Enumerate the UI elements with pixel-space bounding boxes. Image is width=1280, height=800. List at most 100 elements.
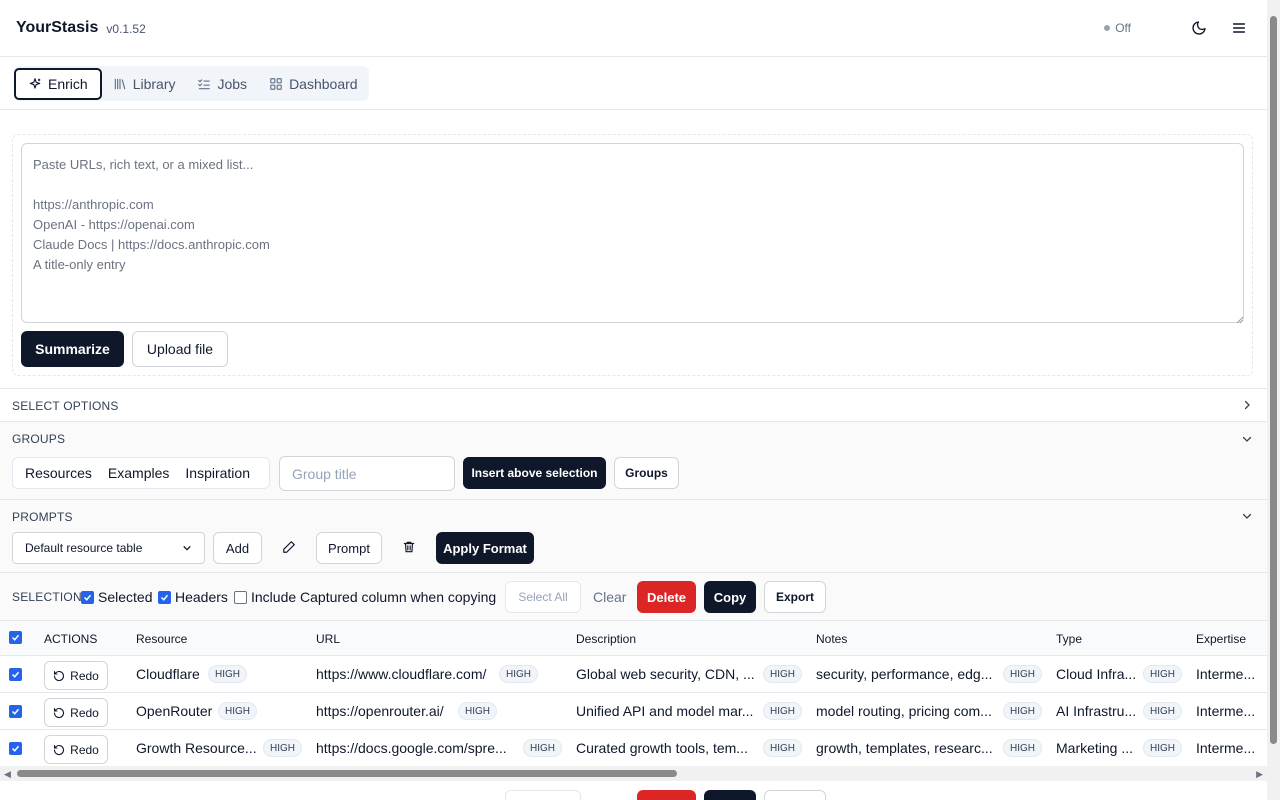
column-header-expertise[interactable]: Expertise [1196, 632, 1246, 646]
cell-url[interactable]: https://docs.google.com/spre... [316, 740, 516, 756]
checkbox[interactable] [234, 590, 247, 604]
confidence-badge: HIGH [458, 702, 497, 720]
resize-handle[interactable] [1236, 312, 1244, 327]
row-checkbox[interactable] [9, 668, 22, 681]
row-checkbox[interactable] [9, 742, 22, 755]
cell-resource: Cloudflare [136, 666, 200, 682]
column-header-actions: ACTIONS [44, 632, 98, 646]
column-header-notes[interactable]: Notes [816, 632, 847, 646]
horizontal-scrollbar[interactable]: ◀ ▶ [0, 766, 1267, 781]
select-all-button[interactable]: Select All [505, 581, 581, 613]
prompt-button[interactable]: Prompt [316, 532, 382, 564]
headers-checkbox[interactable]: Headers [158, 589, 228, 605]
delete-prompt-button[interactable] [402, 540, 416, 557]
selection-section: SELECTION Selected Headers Include Captu… [0, 572, 1267, 620]
checkbox[interactable] [158, 590, 171, 604]
tab-library[interactable]: Library [102, 67, 187, 100]
groups-button[interactable]: Groups [614, 457, 679, 489]
select-options-section[interactable]: SELECT OPTIONS [0, 388, 1267, 421]
checkbox[interactable] [81, 590, 94, 604]
confidence-badge: HIGH [1143, 702, 1182, 720]
table-row[interactable]: Redo Cloudflare HIGH https://www.cloudfl… [0, 656, 1267, 693]
redo-label: Redo [70, 742, 99, 757]
cell-expertise: Interme... [1196, 666, 1256, 682]
insert-above-selection-button[interactable]: Insert above selection [463, 457, 606, 489]
confidence-badge: HIGH [523, 739, 562, 757]
vertical-scrollbar[interactable] [1267, 0, 1280, 800]
upload-file-button[interactable]: Upload file [132, 331, 228, 367]
enrich-panel: Paste URLs, rich text, or a mixed list..… [12, 134, 1253, 376]
cell-description: Unified API and model mar... [576, 703, 754, 719]
ghost-select-all-button [505, 790, 581, 800]
urls-textarea[interactable]: Paste URLs, rich text, or a mixed list..… [21, 143, 1244, 323]
column-header-url[interactable]: URL [316, 632, 340, 646]
cell-url[interactable]: https://www.cloudflare.com/ [316, 666, 496, 682]
ghost-copy-button [704, 790, 756, 800]
select-all-rows-checkbox[interactable] [9, 631, 22, 644]
sparkle-icon [29, 77, 41, 89]
horizontal-scroll-thumb[interactable] [17, 770, 677, 777]
tabs-row: Enrich Library Jobs Dashboard [0, 57, 1267, 110]
menu-button[interactable] [1227, 16, 1251, 40]
cell-expertise: Interme... [1196, 740, 1256, 756]
cell-description: Global web security, CDN, ... [576, 666, 755, 682]
app-title: YourStasis [16, 19, 99, 36]
edit-prompt-button[interactable] [282, 540, 296, 557]
status-dot [1104, 25, 1111, 31]
list-checks-icon [198, 78, 211, 89]
tab-jobs[interactable]: Jobs [186, 67, 258, 100]
chevron-down-icon [183, 546, 191, 551]
tab-enrich[interactable]: Enrich [14, 67, 102, 100]
segment-resources[interactable]: Resources [17, 465, 100, 481]
ghost-export-button [764, 790, 826, 800]
row-checkbox[interactable] [9, 705, 22, 718]
tab-label: Jobs [217, 75, 248, 92]
status-indicator: Off [1104, 21, 1131, 35]
apply-format-button[interactable]: Apply Format [436, 532, 534, 564]
table-row[interactable]: Redo OpenRouter HIGH https://openrouter.… [0, 693, 1267, 730]
confidence-badge: HIGH [1003, 702, 1042, 720]
include-captured-label: Include Captured column when copying [251, 589, 497, 605]
redo-button[interactable]: Redo [44, 735, 108, 764]
export-button[interactable]: Export [764, 581, 826, 613]
tab-dashboard[interactable]: Dashboard [258, 67, 369, 100]
vertical-scroll-thumb[interactable] [1270, 16, 1277, 744]
redo-label: Redo [70, 668, 99, 683]
tab-label: Enrich [48, 75, 88, 92]
cell-type: Cloud Infra... [1056, 666, 1137, 682]
clear-button[interactable]: Clear [593, 589, 626, 605]
scroll-right-arrow-icon[interactable]: ▶ [1256, 769, 1263, 780]
segment-inspiration[interactable]: Inspiration [177, 465, 258, 481]
headers-label: Headers [175, 589, 228, 605]
confidence-badge: HIGH [763, 665, 802, 683]
redo-button[interactable]: Redo [44, 698, 108, 727]
cell-notes: model routing, pricing com... [816, 703, 992, 719]
redo-button[interactable]: Redo [44, 661, 108, 690]
summarize-button[interactable]: Summarize [21, 331, 124, 367]
column-header-resource[interactable]: Resource [136, 632, 187, 646]
section-title: GROUPS [12, 432, 66, 446]
pencil-icon [283, 541, 295, 553]
trash-icon [403, 541, 415, 553]
chevron-down-icon[interactable] [1241, 433, 1253, 445]
table-row[interactable]: Redo Growth Resource... HIGH https://doc… [0, 730, 1267, 767]
scroll-left-arrow-icon[interactable]: ◀ [4, 769, 11, 780]
include-captured-checkbox[interactable]: Include Captured column when copying [234, 589, 496, 605]
cell-notes: security, performance, edg... [816, 666, 993, 682]
cell-url[interactable]: https://openrouter.ai/ [316, 703, 456, 719]
column-header-description[interactable]: Description [576, 632, 636, 646]
theme-toggle-button[interactable] [1187, 16, 1211, 40]
chevron-right-icon [1244, 400, 1250, 410]
segment-examples[interactable]: Examples [100, 465, 177, 481]
chevron-down-icon[interactable] [1241, 510, 1253, 522]
delete-button[interactable]: Delete [637, 581, 696, 613]
hamburger-menu-icon [1232, 23, 1246, 33]
main-tabs: Enrich Library Jobs Dashboard [14, 66, 369, 101]
copy-button[interactable]: Copy [704, 581, 756, 613]
add-prompt-button[interactable]: Add [213, 532, 262, 564]
selected-checkbox[interactable]: Selected [81, 589, 152, 605]
group-title-input[interactable]: Group title [279, 456, 455, 491]
prompt-select[interactable]: Default resource table [12, 532, 205, 564]
column-header-type[interactable]: Type [1056, 632, 1082, 646]
groups-section: GROUPS Resources Examples Inspiration Gr… [0, 421, 1267, 499]
